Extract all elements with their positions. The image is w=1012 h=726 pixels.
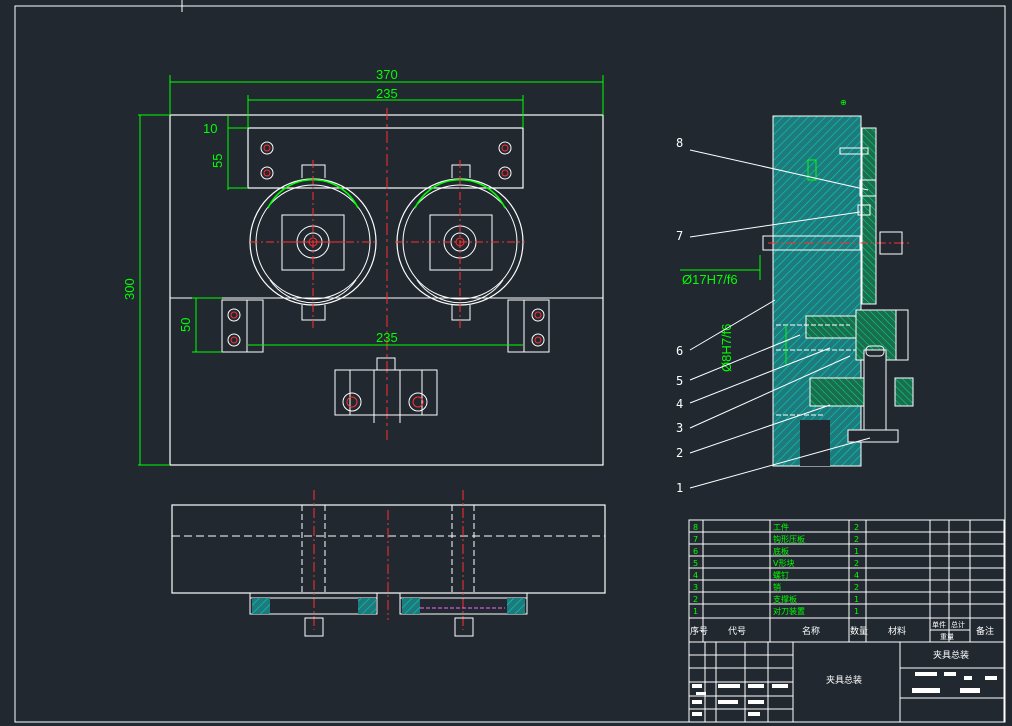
svg-text:材料: 材料 [888, 625, 906, 637]
section-label: ⊕ [840, 98, 847, 107]
svg-text:螺钉: 螺钉 [773, 570, 789, 580]
svg-text:单件: 单件 [932, 620, 946, 629]
callout-7: 7 [676, 229, 683, 243]
svg-text:2: 2 [693, 595, 698, 604]
svg-text:4: 4 [854, 571, 859, 580]
svg-text:1: 1 [854, 547, 859, 556]
dim-overall-width: 370 [376, 67, 398, 82]
svg-text:1: 1 [854, 607, 859, 616]
svg-text:钩形压板: 钩形压板 [773, 534, 805, 544]
svg-text:重量: 重量 [940, 633, 954, 641]
svg-text:3: 3 [693, 583, 698, 592]
svg-text:1: 1 [854, 595, 859, 604]
fit-pin-label: Ø17H7/f6 [682, 272, 738, 287]
callout-8: 8 [676, 136, 683, 150]
svg-text:备注: 备注 [976, 625, 994, 637]
svg-text:序号: 序号 [690, 625, 708, 637]
svg-text:工件: 工件 [773, 522, 789, 532]
tool-setting-block [334, 357, 438, 423]
svg-text:代号: 代号 [728, 626, 746, 637]
bottom-view [171, 490, 606, 637]
svg-text:2: 2 [854, 583, 859, 592]
cad-drawing-canvas: { "drawing": { "colors": { "background":… [0, 0, 1012, 726]
dim-inner-width: 235 [376, 86, 398, 101]
callout-4: 4 [676, 397, 683, 411]
dim-lower-width: 235 [376, 330, 398, 345]
svg-text:总计: 总计 [951, 620, 965, 629]
dim-top-offset: 10 [203, 121, 217, 136]
bom-rows: 8 工件 2 7 钩形压板 2 6 底板 1 5 V形块 2 4 螺钉 4 3 … [693, 522, 859, 616]
dim-lower-height: 50 [178, 318, 193, 332]
svg-text:销: 销 [773, 582, 781, 592]
svg-text:V形块: V形块 [773, 558, 794, 568]
svg-text:1: 1 [693, 607, 698, 616]
callout-2: 2 [676, 446, 683, 460]
callout-1: 1 [676, 481, 683, 495]
svg-text:名称: 名称 [802, 625, 820, 637]
svg-text:数量: 数量 [850, 625, 868, 637]
drawing-svg: 370 235 10 55 300 50 235 ⊕ Ø17H7/f6 Ø8H7… [14, 0, 1006, 723]
support-plate [247, 127, 524, 189]
svg-text:2: 2 [854, 535, 859, 544]
title-block-title: 夹具总装 [933, 649, 969, 661]
dim-upper-height: 55 [210, 154, 225, 168]
svg-text:支撑板: 支撑板 [773, 594, 797, 604]
callout-5: 5 [676, 374, 683, 388]
callout-3: 3 [676, 421, 683, 435]
front-view: 370 235 10 55 300 50 235 [122, 67, 604, 466]
dim-overall-height: 300 [122, 278, 137, 300]
bolt-holes [260, 141, 512, 180]
svg-text:2: 2 [854, 559, 859, 568]
svg-text:2: 2 [854, 523, 859, 532]
svg-text:7: 7 [693, 535, 698, 544]
svg-text:5: 5 [693, 559, 698, 568]
side-section-view: ⊕ Ø17H7/f6 Ø8H7/f6 8 7 6 5 4 3 2 1 [676, 98, 914, 495]
svg-text:底板: 底板 [773, 546, 789, 556]
svg-text:6: 6 [693, 547, 698, 556]
svg-text:4: 4 [693, 571, 698, 580]
callout-6: 6 [676, 344, 683, 358]
title-block-title-2: 夹具总装 [826, 674, 862, 686]
svg-text:对刀装置: 对刀装置 [773, 606, 805, 616]
svg-text:8: 8 [693, 523, 698, 532]
